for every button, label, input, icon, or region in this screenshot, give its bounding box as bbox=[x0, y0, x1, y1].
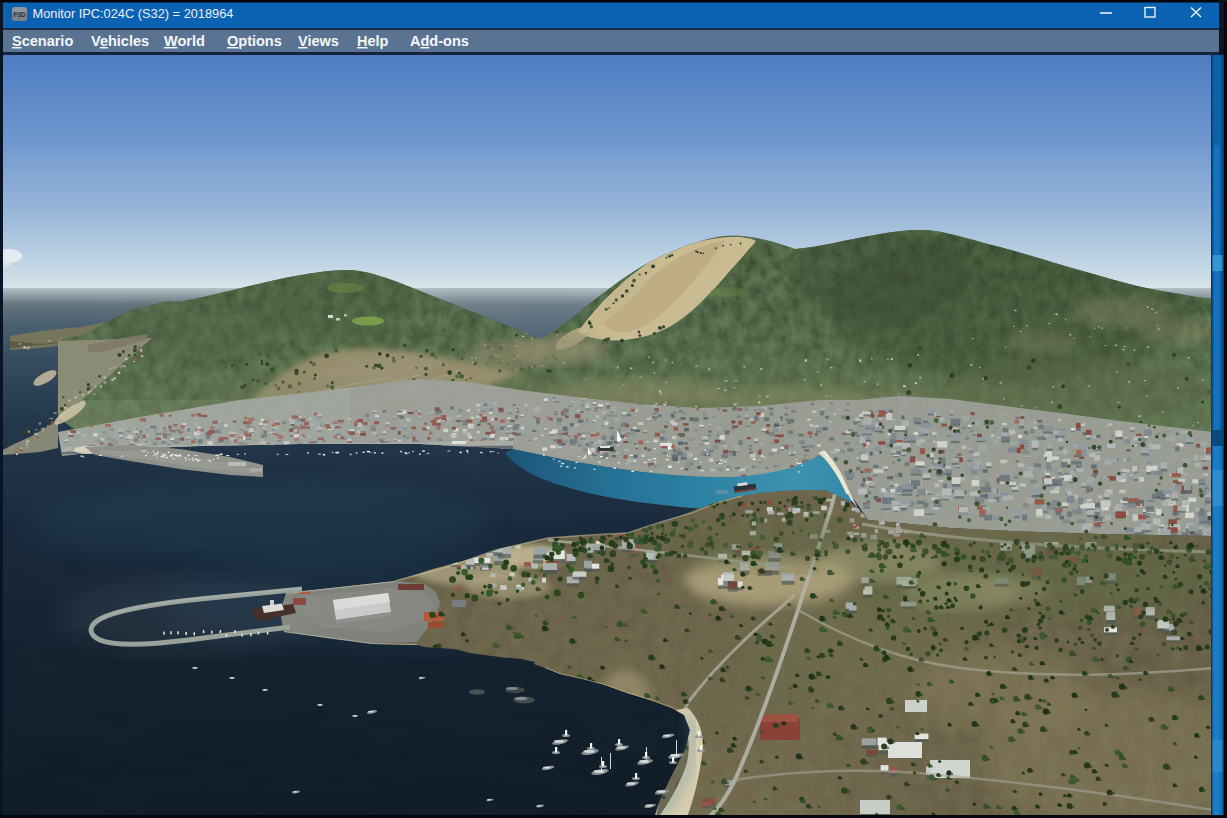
svg-text:Monitor IPC:024C (S32) = 20189: Monitor IPC:024C (S32) = 2018964 bbox=[33, 6, 234, 21]
svg-text:Options: Options bbox=[227, 33, 282, 49]
svg-text:Help: Help bbox=[357, 33, 389, 49]
svg-text:Add-ons: Add-ons bbox=[410, 33, 469, 49]
svg-text:Views: Views bbox=[298, 33, 339, 49]
svg-text:P3D: P3D bbox=[13, 11, 26, 18]
svg-text:Scenario: Scenario bbox=[12, 33, 73, 49]
svg-text:World: World bbox=[164, 33, 205, 49]
svg-text:Vehicles: Vehicles bbox=[91, 33, 149, 49]
